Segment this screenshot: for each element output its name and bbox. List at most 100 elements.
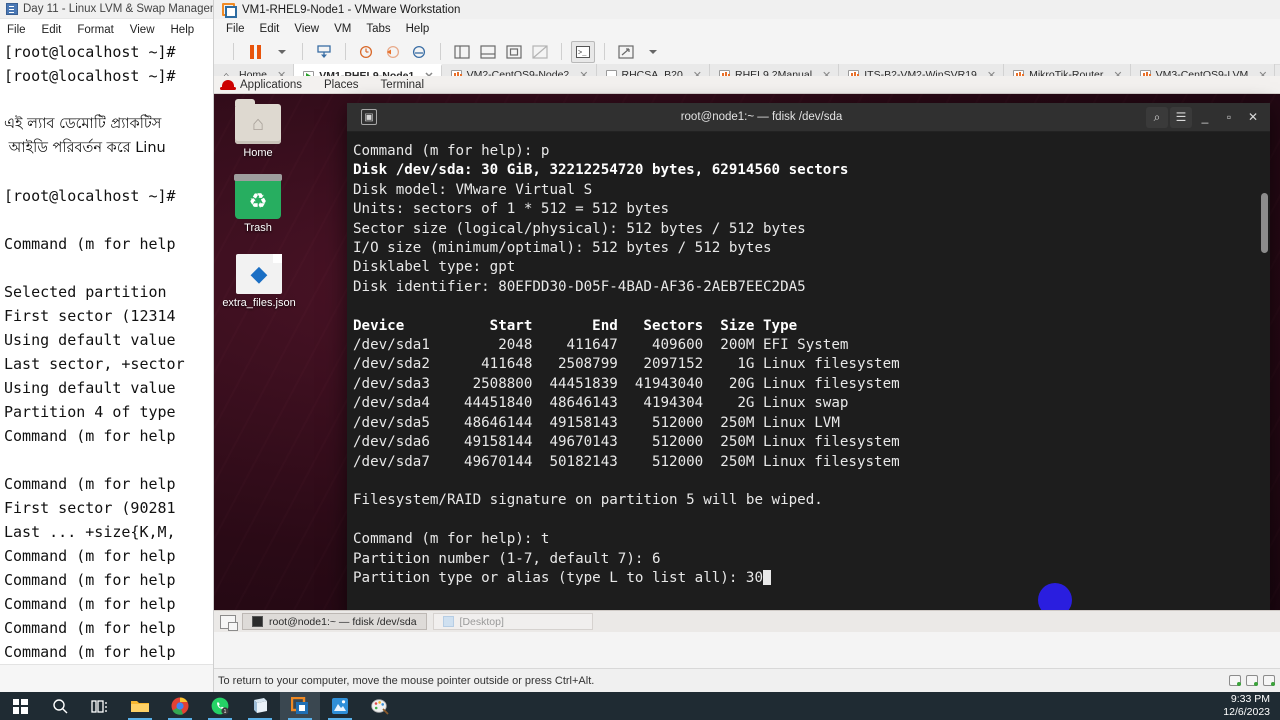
minimize-icon[interactable]: _ [1194,107,1216,128]
vmware-titlebar[interactable]: VM1-RHEL9-Node1 - VMware Workstation [214,0,1280,19]
gnome-top-panel[interactable]: Applications Places Terminal [214,76,1280,94]
photos-button[interactable] [320,692,360,720]
snapshot-manager-button[interactable] [407,41,431,63]
gnome-task-terminal[interactable]: root@node1:~ — fdisk /dev/sda [242,613,427,630]
trash-icon [234,174,282,219]
toolbar-separator [604,43,605,60]
toolbar-separator [561,43,562,60]
close-icon[interactable]: ✕ [1242,107,1264,128]
terminal-titlebar[interactable]: ▣ root@node1:~ — fdisk /dev/sda ⌕ ☰ _ ▫ … [347,103,1270,132]
vmware-menu-tabs[interactable]: Tabs [366,23,390,35]
notepad-menu-format[interactable]: Format [77,24,113,36]
vmware-workstation-window[interactable]: VM1-RHEL9-Node1 - VMware Workstation Fil… [213,0,1280,692]
desktop-icon-home[interactable]: Home [219,99,297,159]
stretch-icon [618,44,634,59]
windows-taskbar[interactable]: 1 9:33 PM 12/6/2023 [0,692,1280,720]
fullscreen-button[interactable] [502,41,526,63]
terminal-line: Disk identifier: 80EFDD30-D05F-4BAD-AF36… [353,278,806,295]
show-library-button[interactable] [450,41,474,63]
gnome-menu-applications[interactable]: Applications [240,79,302,91]
panel-bottom-icon [480,44,496,59]
paint-button[interactable] [360,692,400,720]
chevron-down-icon [278,49,286,54]
svg-text:1: 1 [224,709,227,715]
cd-drive-device-icon[interactable] [1246,675,1258,686]
chrome-button[interactable] [160,692,200,720]
search-icon[interactable]: ⌕ [1146,106,1168,128]
whatsapp-button[interactable]: 1 [200,692,240,720]
suspend-button[interactable] [243,41,267,63]
terminal-line: /dev/sda7 49670144 50182143 512000 250M … [353,453,900,470]
notepad-menu-help[interactable]: Help [171,24,195,36]
vmware-menu-vm[interactable]: VM [334,23,351,35]
maximize-icon[interactable]: ▫ [1218,107,1240,128]
unity-icon [532,44,548,59]
send-ctrl-alt-del-button[interactable] [312,41,336,63]
gnome-task-label: [Desktop] [459,615,504,628]
terminal-window[interactable]: ▣ root@node1:~ — fdisk /dev/sda ⌕ ☰ _ ▫ … [347,103,1270,615]
notepad-title: Day 11 - Linux LVM & Swap Management - [23,3,243,15]
console-view-button[interactable]: >_ [571,40,595,63]
desktop-icon-extra-files[interactable]: extra_files.json [216,254,302,309]
terminal-line: Device Start End Sectors Size Type [353,317,798,334]
terminal-line: Disklabel type: gpt [353,259,516,276]
vmware-menu-view[interactable]: View [294,23,319,35]
vmware-menubar[interactable]: File Edit View VM Tabs Help [214,19,1280,39]
stretch-guest-button[interactable] [614,41,638,63]
task-view-button[interactable] [80,692,120,720]
stretch-dropdown[interactable] [640,41,664,63]
notepad-menu-file[interactable]: File [7,24,26,36]
unity-mode-button[interactable] [528,41,552,63]
vmware-menu-edit[interactable]: Edit [260,23,280,35]
search-button[interactable] [40,692,80,720]
toolbar-separator [440,43,441,60]
terminal-output[interactable]: Command (m for help): p Disk /dev/sda: 3… [347,132,1270,615]
console-icon: >_ [576,45,590,58]
desktop-icon-label: extra_files.json [222,297,296,309]
desktop-icon-trash[interactable]: Trash [219,174,297,234]
desktop-icon [442,616,454,627]
whatsapp-icon: 1 [211,697,229,715]
menu-icon[interactable]: ☰ [1170,106,1192,128]
taskbar-clock[interactable]: 9:33 PM 12/6/2023 [1223,693,1280,719]
suspend-dropdown[interactable] [269,41,293,63]
gnome-menu-terminal[interactable]: Terminal [381,79,424,91]
vmware-device-icons[interactable] [1229,675,1280,686]
vmware-statusbar: To return to your computer, move the mou… [214,668,1280,692]
vmware-toolbar[interactable]: >_ [214,39,1280,65]
vmware-logo-icon [222,3,237,18]
gnome-menu-places[interactable]: Places [324,79,359,91]
vmware-menu-help[interactable]: Help [406,23,430,35]
gnome-task-desktop[interactable]: [Desktop] [432,613,593,630]
network-device-icon[interactable] [1263,675,1275,686]
terminal-line: /dev/sda3 2508800 44451839 41943040 20G … [353,375,900,392]
terminal-line: Partition number (1-7, default 7): 6 [353,550,661,567]
terminal-line: Command (m for help): p [353,143,550,159]
vmware-status-hint: To return to your computer, move the mou… [218,674,595,687]
terminal-line: /dev/sda2 411648 2508799 2097152 1G Linu… [353,356,900,373]
vmware-menu-file[interactable]: File [226,23,245,35]
gnome-window-list[interactable]: root@node1:~ — fdisk /dev/sda [Desktop] [214,610,1280,632]
vmware-button[interactable] [280,692,320,720]
hard-disk-device-icon[interactable] [1229,675,1241,686]
snapshot-take-button[interactable] [355,41,379,63]
start-button[interactable] [0,692,40,720]
desktop-icon-label: Trash [244,222,272,234]
terminal-scrollbar[interactable] [1261,193,1268,253]
notepad-menu-view[interactable]: View [130,24,155,36]
paint-icon [371,699,389,715]
show-desktop-icon[interactable] [220,614,238,631]
vm-guest-screen[interactable]: Applications Places Terminal Home Trash … [214,76,1280,632]
folder-home-icon [235,99,281,144]
toolbar-separator [302,43,303,60]
gnome-applications-menu[interactable]: Applications [220,79,302,91]
notepad-menu-edit[interactable]: Edit [42,24,62,36]
fullscreen-icon [506,44,522,59]
gnome-desktop[interactable]: Home Trash extra_files.json ▣ r [214,94,1280,632]
windows-logo-icon [12,698,28,714]
file-explorer-button[interactable] [120,692,160,720]
notepad-button[interactable] [240,692,280,720]
snapshot-revert-button[interactable] [381,41,405,63]
terminal-line: /dev/sda6 49158144 49670143 512000 250M … [353,434,900,451]
show-thumbnails-button[interactable] [476,41,500,63]
